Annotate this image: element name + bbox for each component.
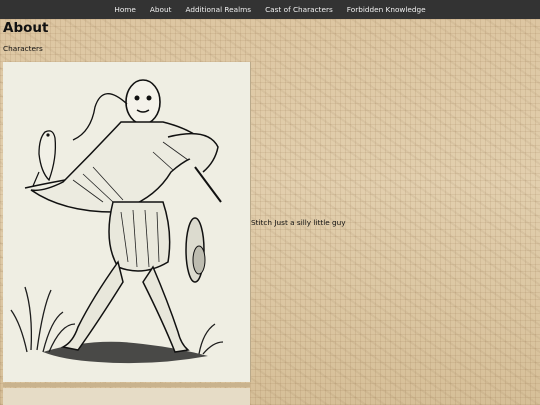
image-lower-panel	[3, 388, 250, 405]
nav-link-additional-realms[interactable]: Additional Realms	[178, 0, 258, 19]
nav-link-forbidden-knowledge[interactable]: Forbidden Knowledge	[340, 0, 433, 19]
character-portrait-image	[3, 62, 251, 382]
image-bottom-border	[3, 383, 250, 387]
character-description: Just a silly little guy	[274, 218, 346, 227]
page-title: About	[3, 20, 49, 36]
nav-link-about[interactable]: About	[143, 0, 179, 19]
section-label: Characters	[3, 44, 43, 53]
character-caption: Stitch Just a silly little guy	[251, 218, 346, 227]
woodcut-figure-illustration	[3, 62, 250, 382]
nav-link-home[interactable]: Home	[107, 0, 143, 19]
nav-link-cast-of-characters[interactable]: Cast of Characters	[258, 0, 340, 19]
top-navigation-bar: Home About Additional Realms Cast of Cha…	[0, 0, 540, 19]
character-name: Stitch	[251, 218, 273, 227]
